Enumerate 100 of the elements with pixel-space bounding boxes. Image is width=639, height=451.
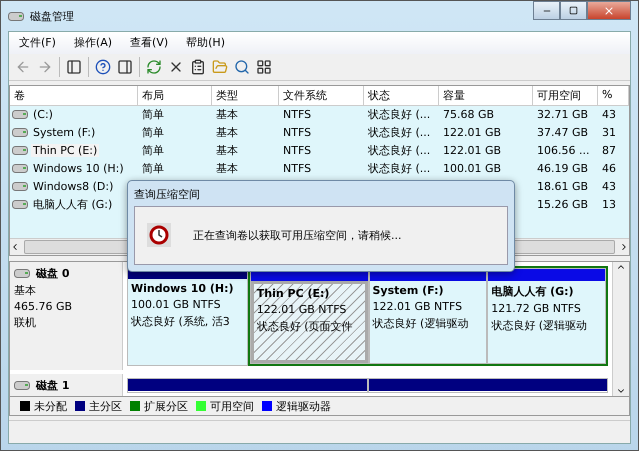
table-cell-text: 31 xyxy=(601,124,617,141)
table-cell-text: 122.01 GB xyxy=(442,142,502,159)
partition-status: 状态良好 (逻辑驱动 xyxy=(372,316,470,332)
partition-status: 状态良好 (逻辑驱动 xyxy=(491,318,588,334)
disk-name: 磁盘 0 xyxy=(14,266,122,282)
table-cell-text: NTFS xyxy=(282,106,312,123)
table-cell-text: 106.56 ... xyxy=(536,142,590,159)
table-cell-text: 基本 xyxy=(215,106,239,123)
table-cell-text: 43 xyxy=(601,178,617,195)
table-cell-text: 基本 xyxy=(215,142,239,159)
table-cell-text: 37.47 GB xyxy=(536,124,590,141)
drive-icon xyxy=(12,146,28,156)
table-cell-text: NTFS xyxy=(282,160,312,177)
panel-icon[interactable] xyxy=(66,58,82,75)
drive-icon xyxy=(14,269,30,278)
table-cell-text: 46 xyxy=(601,160,617,177)
table-cell-text: 状态良好 (... xyxy=(367,124,432,141)
table-cell-text: NTFS xyxy=(282,142,312,159)
table-cell-text: 75.68 GB xyxy=(442,106,496,123)
table-cell[interactable]: Thin PC (E:) xyxy=(31,144,100,158)
column-header[interactable]: 文件系统 xyxy=(279,86,364,106)
partition-body[interactable]: Windows 10 (H:) 100.01 GB NTFS 状态良好 (系统, 活3 xyxy=(128,279,247,366)
menu-item[interactable]: 帮助(H) xyxy=(186,35,225,50)
legend-label: 扩展分区 xyxy=(144,398,188,414)
table-cell-text: 基本 xyxy=(215,160,239,177)
column-header[interactable]: 布局 xyxy=(138,86,212,106)
table-cell-text: 15.26 GB xyxy=(536,196,590,213)
minimize-button[interactable] xyxy=(533,1,560,20)
legend-label: 未分配 xyxy=(34,398,67,414)
dialog-message: 正在查询卷以获取可用压缩空间，请稍候... xyxy=(193,228,402,243)
table-cell[interactable]: (C:) xyxy=(31,108,55,122)
dialog-title: 查询压缩空间 xyxy=(134,186,201,203)
drive-icon xyxy=(12,128,28,138)
drive-icon xyxy=(12,200,28,210)
menu-item[interactable]: 操作(A) xyxy=(74,35,112,50)
search-icon[interactable] xyxy=(234,58,250,75)
column-header[interactable]: 卷 xyxy=(10,86,138,106)
disk-type: 基本 xyxy=(14,283,37,298)
table-cell[interactable]: Windows8 (D:) xyxy=(31,180,116,194)
table-cell-text: 状态良好 (... xyxy=(367,160,432,177)
table-cell-text: 46.19 GB xyxy=(536,160,590,177)
close-button[interactable] xyxy=(587,1,631,20)
properties-icon[interactable] xyxy=(190,58,206,75)
legend-label: 逻辑驱动器 xyxy=(276,398,331,414)
disk-size: 465.76 GB xyxy=(14,300,74,314)
drive-icon xyxy=(8,12,24,20)
menu-item[interactable]: 文件(F) xyxy=(19,35,56,50)
partition-status: 状态良好 (系统, 活3 xyxy=(131,314,231,330)
clock-icon xyxy=(147,223,171,248)
legend-label: 主分区 xyxy=(89,398,122,414)
panel-icon[interactable] xyxy=(117,58,133,75)
table-cell-text: 32.71 GB xyxy=(536,106,590,123)
table-cell-text: 简单 xyxy=(141,160,165,177)
column-header[interactable]: 容量 xyxy=(439,86,533,106)
menu-item[interactable]: 查看(V) xyxy=(130,35,168,50)
legend-label: 可用空间 xyxy=(210,398,254,414)
close-icon xyxy=(603,4,615,16)
column-header[interactable]: 类型 xyxy=(212,86,279,106)
partition-status: 状态良好 (页面文件 xyxy=(256,319,354,334)
window-title: 磁盘管理 xyxy=(30,8,75,24)
table-cell-text: 100.01 GB xyxy=(442,160,502,177)
disk-name: 磁盘 1 xyxy=(14,378,122,394)
refresh-icon[interactable] xyxy=(146,58,162,75)
partition-body[interactable]: 电脑人人有 (G:) 121.72 GB NTFS 状态良好 (逻辑驱动 xyxy=(488,281,605,364)
drive-icon xyxy=(14,381,30,390)
partition-size: 122.01 GB NTFS xyxy=(372,300,464,314)
drive-icon xyxy=(12,110,28,120)
partition-size: 100.01 GB NTFS xyxy=(131,298,222,312)
table-cell-text: 基本 xyxy=(215,124,239,141)
table-cell[interactable]: Windows 10 (H:) xyxy=(31,162,126,176)
maximize-button[interactable] xyxy=(560,1,587,20)
table-cell[interactable]: System (F:) xyxy=(31,126,98,140)
table-cell-text: 简单 xyxy=(141,124,165,141)
table-cell-text: 122.01 GB xyxy=(442,124,502,141)
column-header[interactable]: 可用空间 xyxy=(533,86,598,106)
table-cell-text: 简单 xyxy=(141,142,165,159)
maximize-icon xyxy=(569,6,578,15)
partition-size: 122.01 GB NTFS xyxy=(256,303,348,316)
partition-name: 电脑人人有 (G:) xyxy=(491,284,575,300)
table-cell-text: 43 xyxy=(601,106,617,123)
column-header[interactable]: % xyxy=(598,86,629,106)
column-header[interactable]: 状态 xyxy=(364,86,439,106)
table-cell-text: 简单 xyxy=(141,106,165,123)
table-cell-text: NTFS xyxy=(282,124,312,141)
partition-size: 121.72 GB NTFS xyxy=(491,302,582,316)
partition-name: Thin PC (E:) xyxy=(256,287,330,300)
table-cell-text: 13 xyxy=(601,196,617,213)
grid-icon[interactable] xyxy=(256,58,272,75)
disk-state: 联机 xyxy=(14,315,37,330)
partition-body[interactable]: Thin PC (E:) 122.01 GB NTFS 状态良好 (页面文件 xyxy=(250,281,368,364)
partition-name: Windows 10 (H:) xyxy=(131,282,235,296)
vertical-scrollbar[interactable] xyxy=(612,262,629,396)
help-icon[interactable] xyxy=(95,58,111,75)
table-cell-text: 状态良好 (... xyxy=(367,142,432,159)
drive-icon xyxy=(12,164,28,174)
partition-name: System (F:) xyxy=(372,284,445,298)
drive-icon xyxy=(12,182,28,192)
table-cell[interactable]: 电脑人人有 (G:) xyxy=(31,197,114,212)
table-cell-text: 87 xyxy=(601,142,617,159)
partition-body[interactable]: System (F:) 122.01 GB NTFS 状态良好 (逻辑驱动 xyxy=(370,281,486,364)
